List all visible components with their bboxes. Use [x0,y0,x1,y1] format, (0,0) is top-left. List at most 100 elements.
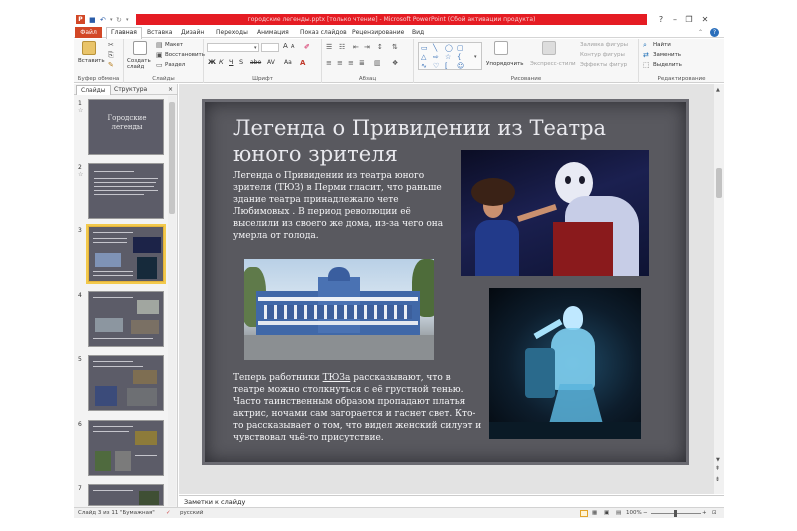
close-icon[interactable]: ✕ [698,14,712,26]
vertical-scrollbar[interactable]: ▲ ▼ ⇞ ⇟ [714,84,724,494]
arrange-icon[interactable] [494,41,508,55]
quick-styles-button[interactable]: Экспресс-стили [530,61,576,68]
minimize-icon[interactable]: – [668,14,682,26]
slide-thumbnail-1[interactable]: Городские легенды [88,99,164,155]
notes-pane[interactable]: Заметки к слайду [179,495,724,507]
select-button[interactable]: Выделить [653,62,682,69]
section-icon[interactable]: ▭ [156,61,163,69]
clear-formatting-icon[interactable]: ✐ [304,43,310,51]
tab-home[interactable]: Главная [106,27,142,39]
shadow-button[interactable]: S [239,59,243,66]
normal-view-icon[interactable] [580,510,588,517]
slide-sorter-icon[interactable]: ▦ [592,508,597,518]
paste-button[interactable]: Вставить [78,58,105,65]
arrow-shape-icon[interactable]: ⇨ [433,53,439,61]
fit-to-window-icon[interactable]: ⊡ [712,508,717,518]
slide-thumbnail-3[interactable] [86,224,166,284]
underline-button[interactable]: Ч [229,59,233,66]
heart-shape-icon[interactable]: ♡ [433,62,439,70]
brace-shape-icon[interactable]: { [457,53,461,61]
zoom-level[interactable]: 100% [626,508,642,518]
new-slide-button[interactable]: Создать слайд [127,58,153,70]
smiley-shape-icon[interactable]: ☺ [457,62,464,70]
smartart-icon[interactable]: ❖ [392,59,398,67]
scroll-up-icon[interactable]: ▲ [716,86,720,94]
quick-styles-icon[interactable] [542,41,556,55]
reset-icon[interactable]: ▣ [156,51,163,59]
curve-shape-icon[interactable]: ∿ [421,62,427,70]
vertical-scroll-thumb[interactable] [716,168,722,198]
zoom-slider-thumb[interactable] [674,510,677,517]
tab-view[interactable]: Вид [412,28,424,38]
help-circle-icon[interactable]: ? [710,28,719,37]
shapes-more-icon[interactable]: ▾ [474,53,477,61]
slide-thumbnail-5[interactable] [88,355,164,411]
paste-icon[interactable] [82,41,96,55]
tab-transitions[interactable]: Переходы [216,28,248,38]
undo-icon[interactable]: ↶ [100,15,106,25]
increase-indent-icon[interactable]: ⇥ [364,43,370,51]
grow-font-button[interactable]: A [283,43,288,50]
slide-thumbnail-2[interactable] [88,163,164,219]
bracket-shape-icon[interactable]: [ [445,62,448,70]
help-icon[interactable]: ? [654,14,668,26]
shapes-gallery[interactable]: ▭ ╲ ◯ ▢ △ ⇨ ☆ { ∿ ♡ [ ☺ ▾ [418,42,482,70]
current-slide[interactable]: Легенда о Привидении из Театра юного зри… [202,99,689,465]
format-painter-icon[interactable]: ✎ [108,61,114,69]
character-spacing-button[interactable]: AV [267,59,275,66]
next-slide-icon[interactable]: ⇟ [715,476,720,484]
tab-insert[interactable]: Вставка [147,28,172,38]
powerpoint-app-icon[interactable]: P [76,15,85,24]
ghost-costume-photo[interactable] [489,288,641,439]
tab-slideshow[interactable]: Показ слайдов [300,28,347,38]
theatre-building-photo[interactable] [244,259,434,360]
panel-scroll-thumb[interactable] [169,102,175,214]
shape-effects-button[interactable]: Эффекты фигур [580,62,627,69]
scroll-down-icon[interactable]: ▼ [716,456,720,464]
triangle-shape-icon[interactable]: △ [421,53,426,61]
columns-icon[interactable]: ▥ [374,59,381,67]
copy-icon[interactable]: ⎘ [108,51,114,59]
tab-animation[interactable]: Анимация [257,28,289,38]
align-left-icon[interactable]: ≡ [326,59,332,67]
select-icon[interactable]: ⬚ [643,61,650,69]
font-size-input[interactable] [261,43,279,52]
tab-file[interactable]: Файл [75,27,102,38]
save-icon[interactable]: ■ [89,15,96,25]
language-label[interactable]: русский [180,508,203,518]
text-direction-icon[interactable]: ⇅ [392,43,398,51]
theme-name[interactable]: "Бумажная" [120,508,155,518]
replace-button[interactable]: Заменить [653,52,681,59]
italic-button[interactable]: К [219,59,224,66]
arrange-button[interactable]: Упорядочить [486,61,524,68]
font-name-dropdown-icon[interactable]: ▾ [254,44,257,52]
line-shape-icon[interactable]: ╲ [433,44,437,52]
line-spacing-icon[interactable]: ↕ [377,43,383,51]
oval-shape-icon[interactable]: ◯ [445,44,453,52]
section-button[interactable]: Раздел [165,62,185,69]
layout-button[interactable]: Макет [165,42,183,49]
shrink-font-button[interactable]: A [291,44,294,51]
rounded-rect-shape-icon[interactable]: ▢ [457,44,464,52]
cut-icon[interactable]: ✂ [108,41,114,49]
spellcheck-icon[interactable]: ✓ [166,508,171,518]
star-shape-icon[interactable]: ☆ [445,53,451,61]
slide-thumbnail-7[interactable] [88,484,164,506]
undo-dropdown-icon[interactable]: ▾ [110,15,113,25]
slide-thumbnail-4[interactable] [88,291,164,347]
tab-design[interactable]: Дизайн [181,28,204,38]
reset-button[interactable]: Восстановить [165,52,205,59]
bullets-icon[interactable]: ☰ [326,43,332,51]
zoom-in-icon[interactable]: + [702,508,707,518]
align-center-icon[interactable]: ≡ [337,59,343,67]
change-case-button[interactable]: Aa [284,59,292,66]
reading-view-icon[interactable]: ▣ [604,508,609,518]
font-color-icon[interactable]: A [300,59,305,67]
ribbon-minimize-icon[interactable]: ⌃ [698,28,703,38]
repeat-icon[interactable]: ↻ [116,15,122,25]
tab-outline[interactable]: Структура [110,85,151,95]
slide-text-top[interactable]: Легенда о Привидении из театра юного зри… [233,170,453,242]
shape-fill-button[interactable]: Заливка фигуры [580,42,628,49]
strikethrough-button[interactable]: abe [250,59,261,66]
prev-slide-icon[interactable]: ⇞ [715,465,720,473]
